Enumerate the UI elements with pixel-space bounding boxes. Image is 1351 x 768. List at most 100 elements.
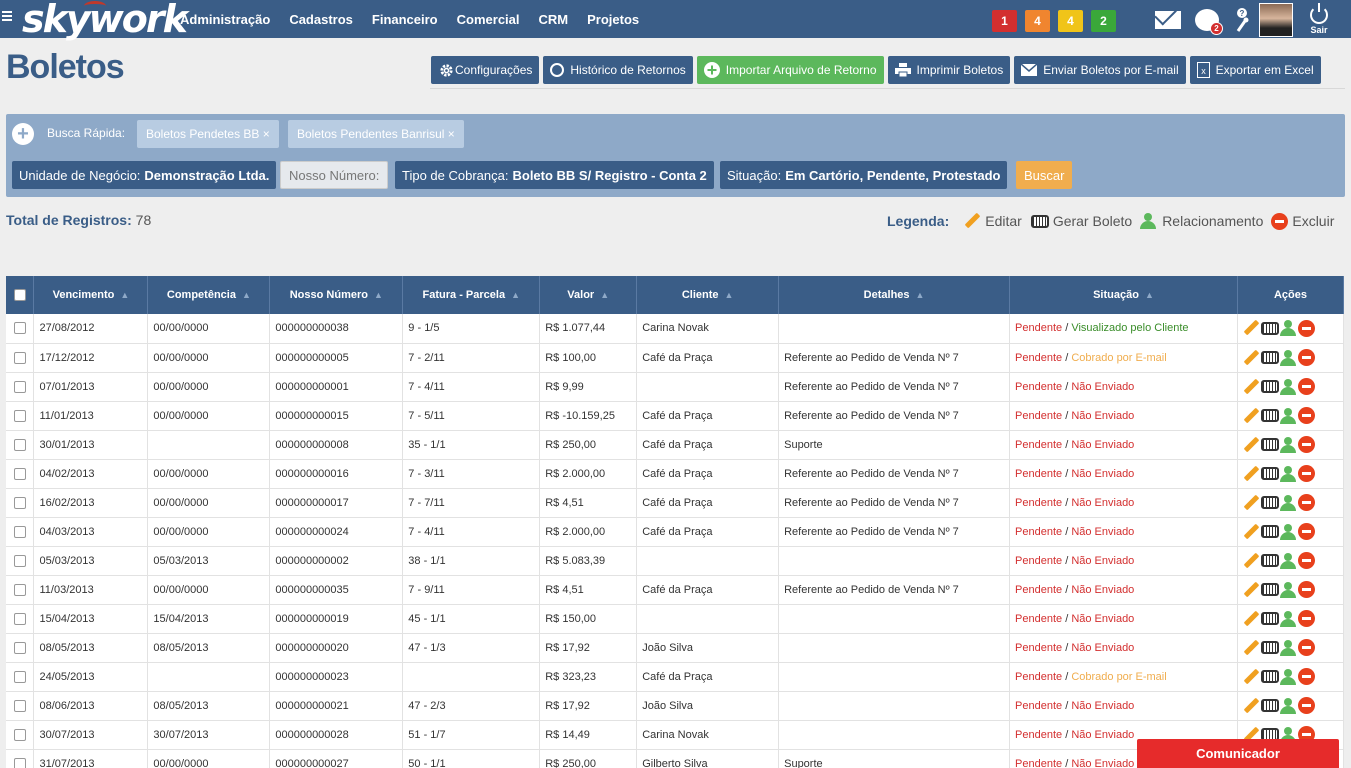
relationship-people-icon[interactable] [1279,668,1298,685]
table-row[interactable]: 24/05/2013 000000000023 R$ 323,23 Café da P… [6,662,1345,691]
row-checkbox[interactable] [13,322,26,335]
row-checkbox[interactable] [13,641,26,654]
generate-barcode-icon[interactable] [1260,380,1279,393]
row-checkbox[interactable] [13,554,26,567]
delete-minus-icon[interactable] [1297,639,1315,656]
help-tools-icon[interactable]: ? [1235,7,1249,33]
row-select-cell[interactable] [6,459,35,488]
edit-pencil-icon[interactable] [1242,407,1260,425]
generate-barcode-icon[interactable] [1260,612,1279,625]
delete-minus-icon[interactable] [1297,610,1315,627]
edit-pencil-icon[interactable] [1242,436,1260,454]
table-row[interactable]: 05/03/2013 05/03/2013 000000000002 38 - 1/1… [6,546,1345,575]
row-checkbox[interactable] [13,467,26,480]
row-select-cell[interactable] [6,604,35,633]
generate-barcode-icon[interactable] [1260,554,1279,567]
edit-pencil-icon[interactable] [1242,610,1260,628]
row-select-cell[interactable] [6,401,35,430]
table-row[interactable]: 11/01/2013 00/00/0000 000000000015 7 - 5/11… [6,401,1345,430]
generate-barcode-icon[interactable] [1260,583,1279,596]
relationship-people-icon[interactable] [1279,610,1298,627]
row-checkbox[interactable] [13,757,26,768]
relationship-people-icon[interactable] [1279,436,1298,453]
add-filter-icon[interactable]: + [12,123,34,145]
row-select-cell[interactable] [6,691,35,720]
row-checkbox[interactable] [13,496,26,509]
row-checkbox[interactable] [13,728,26,741]
importar-retorno-button[interactable]: Importar Arquivo de Retorno [696,56,884,84]
delete-minus-icon[interactable] [1297,494,1315,511]
relationship-people-icon[interactable] [1279,378,1298,395]
col-competencia[interactable]: Competência ▲ [147,276,271,314]
row-select-cell[interactable] [6,749,35,768]
quick-tag-banrisul[interactable]: Boletos Pendentes Banrisul × [288,120,464,148]
generate-barcode-icon[interactable] [1260,351,1279,364]
col-cliente[interactable]: Cliente ▲ [636,276,780,314]
delete-minus-icon[interactable] [1297,697,1315,714]
row-checkbox[interactable] [13,351,26,364]
relationship-people-icon[interactable] [1279,407,1298,424]
relationship-people-icon[interactable] [1279,523,1298,540]
delete-minus-icon[interactable] [1297,407,1315,424]
delete-minus-icon[interactable] [1297,523,1315,540]
row-checkbox[interactable] [13,380,26,393]
row-select-cell[interactable] [6,662,35,691]
table-row[interactable]: 11/03/2013 00/00/0000 000000000035 7 - 9/11… [6,575,1345,604]
generate-barcode-icon[interactable] [1260,699,1279,712]
table-row[interactable]: 27/08/2012 00/00/0000 000000000038 9 - 1/5 R… [6,314,1345,343]
filter-tipo-cobranca[interactable]: Tipo de Cobrança: Boleto BB S/ Registro -… [395,161,714,189]
row-select-cell[interactable] [6,488,35,517]
badge-green[interactable]: 2 [1091,10,1116,32]
edit-pencil-icon[interactable] [1242,465,1260,483]
generate-barcode-icon[interactable] [1260,496,1279,509]
select-all-header[interactable] [6,276,35,314]
relationship-people-icon[interactable] [1279,581,1298,598]
nav-comercial[interactable]: Comercial [457,12,520,27]
select-all-checkbox[interactable] [13,289,26,302]
row-select-cell[interactable] [6,575,35,604]
nav-cadastros[interactable]: Cadastros [289,12,353,27]
badge-yellow[interactable]: 4 [1058,10,1083,32]
filter-unidade-negocio[interactable]: Unidade de Negócio: Demonstração Ltda. [12,161,277,189]
enviar-email-button[interactable]: Enviar Boletos por E-mail [1014,56,1186,84]
buscar-button[interactable]: Buscar [1016,161,1073,189]
col-vencimento[interactable]: Vencimento ▲ [33,276,149,314]
row-checkbox[interactable] [13,670,26,683]
edit-pencil-icon[interactable] [1242,523,1260,541]
row-select-cell[interactable] [6,343,35,372]
row-select-cell[interactable] [6,372,35,401]
row-checkbox[interactable] [13,409,26,422]
generate-barcode-icon[interactable] [1260,641,1279,654]
logout-button[interactable]: Sair [1305,2,1333,35]
delete-minus-icon[interactable] [1297,668,1315,685]
table-row[interactable]: 08/05/2013 08/05/2013 000000000020 47 - 1/3… [6,633,1345,662]
table-row[interactable]: 04/03/2013 00/00/0000 000000000024 7 - 4/11… [6,517,1345,546]
delete-minus-icon[interactable] [1297,581,1315,598]
row-checkbox[interactable] [13,699,26,712]
generate-barcode-icon[interactable] [1260,409,1279,422]
table-row[interactable]: 16/02/2013 00/00/0000 000000000017 7 - 7/11… [6,488,1345,517]
row-checkbox[interactable] [13,525,26,538]
table-row[interactable]: 08/06/2013 08/05/2013 000000000021 47 - 2/3… [6,691,1345,720]
relationship-people-icon[interactable] [1279,697,1298,714]
edit-pencil-icon[interactable] [1242,668,1260,686]
nav-projetos[interactable]: Projetos [587,12,639,27]
nosso-numero-input[interactable]: Nosso Número: [280,161,389,189]
edit-pencil-icon[interactable] [1242,639,1260,657]
user-avatar[interactable] [1259,3,1293,37]
table-row[interactable]: 17/12/2012 00/00/0000 000000000005 7 - 2/11… [6,343,1345,372]
row-select-cell[interactable] [6,720,35,749]
row-select-cell[interactable] [6,430,35,459]
generate-barcode-icon[interactable] [1260,467,1279,480]
historico-retornos-button[interactable]: Histórico de Retornos [543,56,693,84]
relationship-people-icon[interactable] [1279,349,1298,366]
delete-minus-icon[interactable] [1297,378,1315,395]
edit-pencil-icon[interactable] [1242,552,1260,570]
delete-minus-icon[interactable] [1297,552,1315,569]
row-select-cell[interactable] [6,546,35,575]
relationship-people-icon[interactable] [1279,320,1298,337]
row-select-cell[interactable] [6,314,35,343]
edit-pencil-icon[interactable] [1242,494,1260,512]
col-detalhes[interactable]: Detalhes ▲ [778,276,1011,314]
row-select-cell[interactable] [6,517,35,546]
